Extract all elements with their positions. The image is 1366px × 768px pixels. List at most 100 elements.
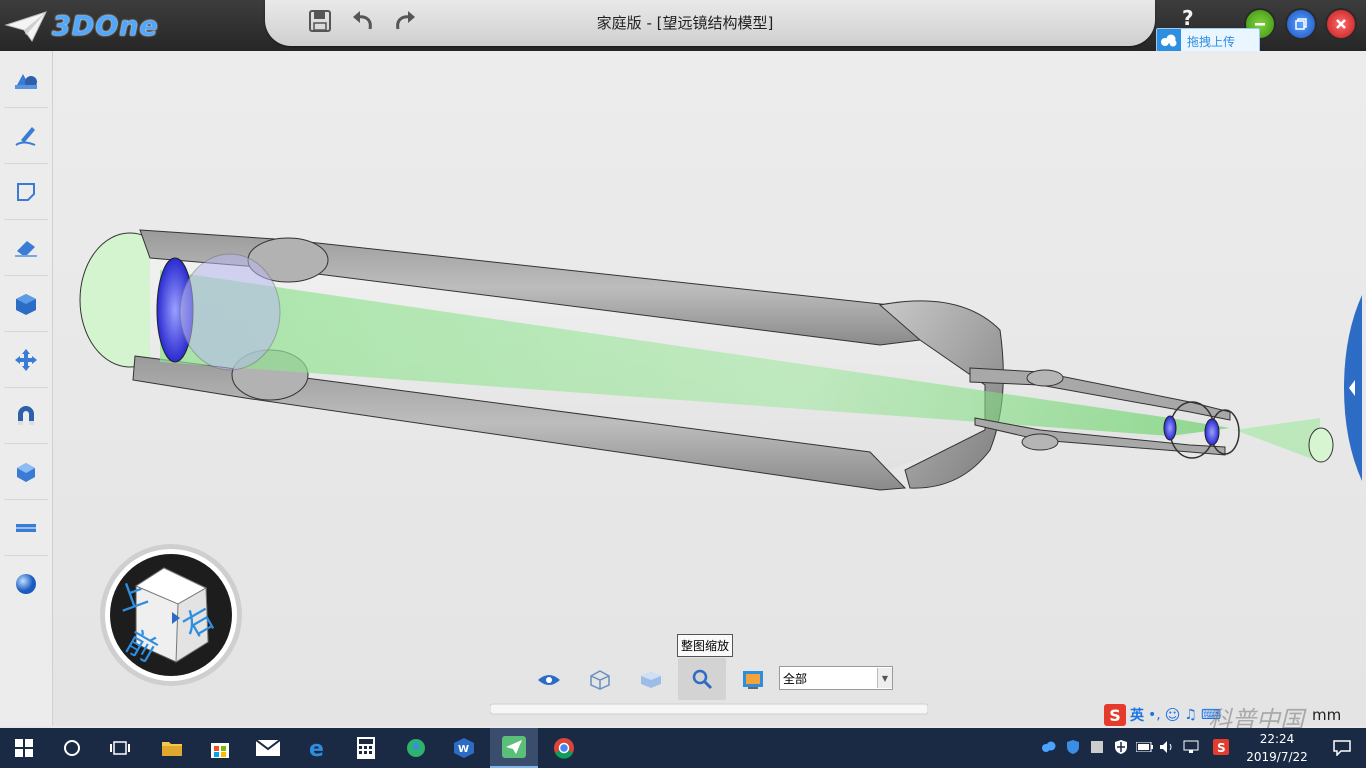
mail-icon <box>256 740 280 756</box>
tray-baidu-cloud[interactable] <box>1040 738 1058 756</box>
paper-plane-logo-icon <box>4 11 47 42</box>
svg-text:S: S <box>1217 741 1226 755</box>
toolbar-basic-solid[interactable] <box>4 53 48 108</box>
chevron-left-icon <box>1344 295 1362 481</box>
cortana-search-icon <box>64 740 80 756</box>
undo-icon <box>353 11 372 30</box>
microphone-icon[interactable]: ♫ <box>1184 707 1197 723</box>
defender-shield-icon <box>1115 740 1127 754</box>
battery-icon <box>1136 742 1153 752</box>
shield-icon <box>1067 740 1079 754</box>
taskbar-store[interactable] <box>196 728 244 768</box>
ruler-icon <box>16 524 36 532</box>
tray-device[interactable] <box>1088 738 1106 756</box>
group-cube-icon <box>17 463 35 482</box>
title-bar: 3DOne 家庭版 - [望远镜结构模型] ? 拖拽上传 <box>0 0 1366 54</box>
display-scope-value: 全部 <box>783 671 808 686</box>
cortana-button[interactable] <box>48 728 96 768</box>
toolbar-distance-measure[interactable] <box>4 501 48 556</box>
action-center-button[interactable] <box>1318 728 1366 768</box>
taskbar-3done[interactable] <box>490 728 538 768</box>
eraser-feature-icon <box>15 241 37 257</box>
undo-button[interactable] <box>348 6 378 36</box>
taskbar-wps[interactable]: W <box>440 728 488 768</box>
taskbar-app[interactable] <box>392 728 440 768</box>
solid-cube-icon <box>641 672 661 688</box>
device-icon <box>1091 741 1103 753</box>
task-view-icon <box>110 741 130 755</box>
upload-label: 拖拽上传 <box>1187 34 1236 49</box>
windows-taskbar: e W S 22:24 2019/7/22 <box>0 728 1366 768</box>
eye-icon <box>538 675 560 685</box>
edge-icon: e <box>309 737 324 759</box>
zoom-search-icon <box>692 669 713 690</box>
view-cube[interactable]: 上 前 右 <box>98 542 244 688</box>
toolbar-sketch[interactable] <box>4 109 48 164</box>
toolbar-material-render[interactable] <box>4 557 48 611</box>
app-icon <box>407 739 425 757</box>
calculator-icon <box>357 737 375 759</box>
file-explorer-icon <box>162 742 182 756</box>
task-view-button[interactable] <box>96 728 144 768</box>
help-button[interactable]: ? <box>1182 6 1194 30</box>
tray-volume[interactable] <box>1158 738 1176 756</box>
3d-viewport[interactable] <box>53 51 1366 726</box>
wire-cube-icon <box>590 670 610 690</box>
punctuation-icon[interactable]: •, <box>1148 707 1161 723</box>
toolbar-group[interactable] <box>4 445 48 500</box>
store-icon <box>211 743 229 758</box>
view-visibility-button[interactable] <box>526 660 572 700</box>
sogou-logo-icon: S <box>1104 704 1126 726</box>
unit-label[interactable]: mm <box>1312 706 1341 724</box>
tray-battery[interactable] <box>1136 738 1154 756</box>
wireframe-view-button[interactable] <box>577 660 623 700</box>
start-button[interactable] <box>0 728 48 768</box>
3done-taskbar-icon <box>502 736 526 758</box>
chevron-down-icon[interactable]: ▼ <box>877 668 892 688</box>
magnet-icon <box>18 406 34 425</box>
display-scope-select[interactable]: 全部 ▼ <box>779 666 893 690</box>
emoji-icon[interactable]: ☺ <box>1165 706 1181 724</box>
window-title: 家庭版 - [望远镜结构模型] <box>596 14 774 32</box>
taskbar-mail[interactable] <box>244 728 292 768</box>
toolbar-special-feature[interactable] <box>4 221 48 276</box>
close-button[interactable] <box>1325 8 1357 40</box>
notification-icon <box>1333 740 1351 756</box>
sogou-ime-icon: S <box>1213 739 1229 755</box>
shaded-view-button[interactable] <box>628 660 674 700</box>
fit-all-button[interactable] <box>678 658 726 700</box>
toolbar-sketch-edit[interactable] <box>4 165 48 220</box>
render-mode-button[interactable] <box>730 660 776 700</box>
move-arrows-icon <box>15 349 37 371</box>
taskbar-edge[interactable]: e <box>294 728 342 768</box>
ime-toolbar[interactable]: S 英 •, ☺ ♫ ⌨ <box>1104 703 1221 727</box>
restore-icon <box>1295 18 1307 30</box>
right-panel-handle[interactable] <box>1342 295 1362 481</box>
redo-icon <box>396 11 415 30</box>
taskbar-file-explorer[interactable] <box>148 728 196 768</box>
save-icon <box>309 10 331 32</box>
save-button[interactable] <box>305 6 335 36</box>
toolbar-combine[interactable] <box>4 277 48 332</box>
toolbar-basic-edit[interactable] <box>4 333 48 388</box>
tray-sogou[interactable]: S <box>1212 738 1230 756</box>
tray-defender[interactable] <box>1112 738 1130 756</box>
toolbar-adsorb[interactable] <box>4 389 48 444</box>
network-icon <box>1183 740 1199 753</box>
ime-mode-label[interactable]: 英 <box>1130 705 1144 725</box>
tray-security[interactable] <box>1064 738 1082 756</box>
svg-text:e: e <box>309 737 324 759</box>
telescope-model[interactable] <box>53 51 1366 726</box>
restore-button[interactable] <box>1285 8 1317 40</box>
taskbar-clock[interactable]: 22:24 2019/7/22 <box>1240 730 1314 766</box>
taskbar-chrome[interactable] <box>540 728 588 768</box>
svg-text:W: W <box>458 744 469 755</box>
tray-network[interactable] <box>1182 738 1200 756</box>
cloud-icon <box>1042 741 1056 752</box>
taskbar-calculator[interactable] <box>342 728 390 768</box>
solid-shapes-icon <box>15 74 37 89</box>
sphere-icon <box>16 574 36 594</box>
cloud-upload-icon <box>1157 29 1181 53</box>
redo-button[interactable] <box>390 6 420 36</box>
sketch-pen-icon <box>15 127 36 146</box>
